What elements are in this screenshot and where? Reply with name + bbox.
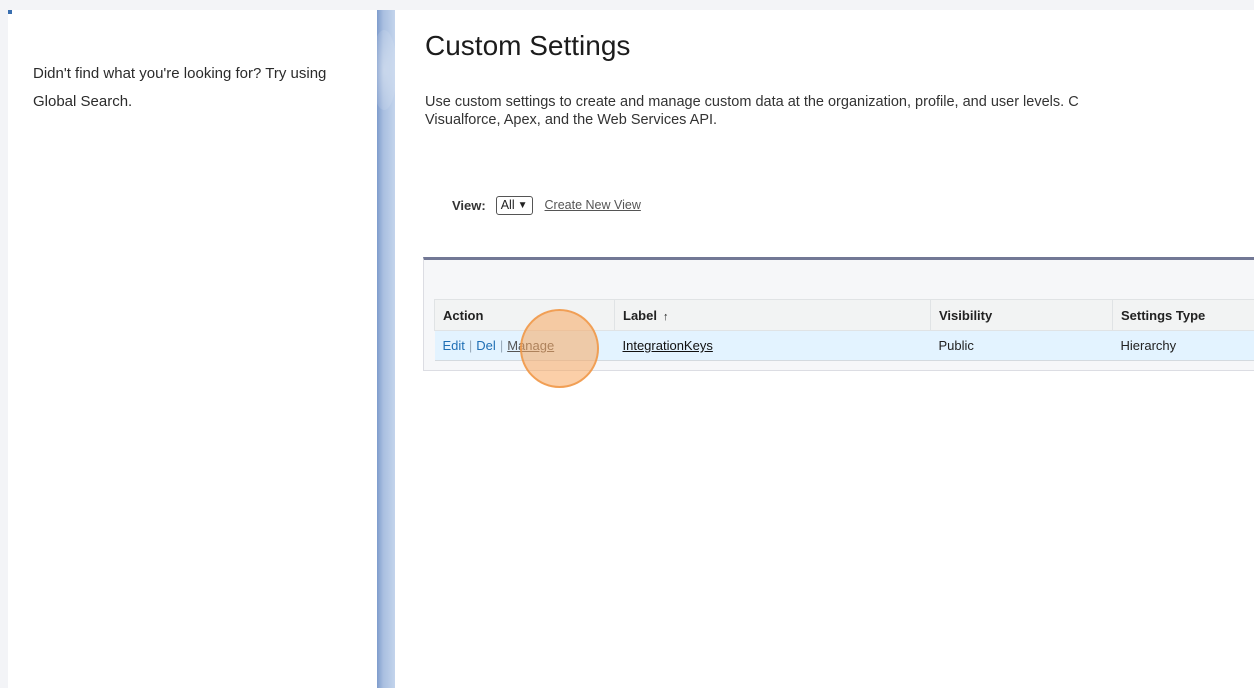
column-header-action-label: Action <box>443 307 484 323</box>
row-visibility: Public <box>930 330 1113 361</box>
sort-ascending-icon: ↑ <box>662 310 669 323</box>
column-header-label-text: Label <box>623 307 657 323</box>
column-header-visibility[interactable]: Visibility <box>930 299 1113 331</box>
view-label: View: <box>452 197 486 213</box>
top-strip <box>0 0 1254 10</box>
global-search-hint: Didn't find what you're looking for? Try… <box>33 65 327 110</box>
table-row: Edit | Del | Manage IntegrationKeys Public H… <box>434 330 1254 361</box>
view-filter-row: View: All ▼ Create New View <box>452 194 641 216</box>
column-header-action: Action <box>434 299 615 331</box>
action-separator: | <box>468 338 473 353</box>
table-header-row: Action Label ↑ Visibility Settings Type <box>434 299 1254 331</box>
window: Didn't find what you're looking for? Try… <box>0 0 1254 688</box>
view-select-value: All <box>500 198 515 212</box>
divider-highlight <box>371 30 397 110</box>
action-separator: | <box>499 338 504 353</box>
chevron-down-icon: ▼ <box>517 199 528 211</box>
column-header-label[interactable]: Label ↑ <box>614 299 931 331</box>
edit-link[interactable]: Edit <box>443 338 465 353</box>
sidebar-divider[interactable] <box>371 10 397 688</box>
main-content: Custom Settings Use custom settings to c… <box>395 10 1254 688</box>
row-actions: Edit | Del | Manage <box>434 330 615 361</box>
page-description: Use custom settings to create and manage… <box>425 94 1079 128</box>
delete-link[interactable]: Del <box>476 338 496 353</box>
corner-marker <box>8 10 12 14</box>
custom-settings-list: Action Label ↑ Visibility Settings Type <box>423 257 1254 371</box>
column-header-settings-type-label: Settings Type <box>1121 307 1206 323</box>
page-title: Custom Settings <box>425 30 631 61</box>
column-header-visibility-label: Visibility <box>939 307 993 323</box>
left-sidebar: Didn't find what you're looking for? Try… <box>8 10 377 688</box>
row-label-cell: IntegrationKeys <box>614 330 931 361</box>
custom-settings-table: Action Label ↑ Visibility Settings Type <box>434 299 1254 361</box>
setting-label-link[interactable]: IntegrationKeys <box>623 338 713 353</box>
row-settings-type: Hierarchy <box>1112 330 1254 361</box>
manage-link[interactable]: Manage <box>507 338 554 353</box>
column-header-settings-type[interactable]: Settings Type <box>1112 299 1254 331</box>
view-select[interactable]: All ▼ <box>495 195 533 215</box>
create-new-view-link[interactable]: Create New View <box>545 198 641 212</box>
